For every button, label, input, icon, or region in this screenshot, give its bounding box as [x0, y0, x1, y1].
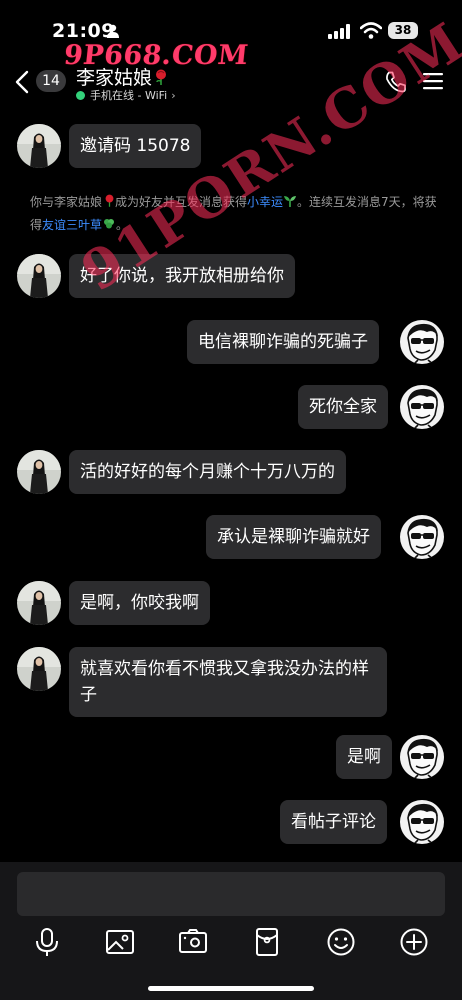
emoji-icon[interactable] — [325, 926, 357, 958]
online-status-text: 手机在线 - WiFi — [90, 89, 168, 102]
unread-count-badge[interactable]: 14 — [36, 70, 66, 92]
chevron-right-icon: › — [171, 89, 176, 102]
contact-name-text: 李家姑娘 — [76, 67, 153, 89]
image-icon[interactable] — [104, 926, 136, 958]
wifi-icon — [360, 22, 382, 39]
message-bubble[interactable]: 电信裸聊诈骗的死骗子 — [187, 320, 379, 364]
contact-avatar[interactable] — [17, 647, 61, 691]
message-bubble[interactable]: 承认是裸聊诈骗就好 — [206, 515, 381, 559]
red-packet-icon[interactable] — [251, 926, 283, 958]
my-avatar[interactable] — [400, 515, 444, 559]
input-area — [0, 862, 462, 1000]
microphone-icon[interactable] — [31, 926, 63, 958]
online-dot-icon — [76, 91, 85, 100]
system-notice: 你与李家姑娘 成为好友并互发消息获得小幸运 。连续互发消息7天，将获得友谊三叶草… — [30, 191, 438, 237]
contact-title[interactable]: 李家姑娘 — [76, 63, 168, 90]
menu-icon[interactable] — [423, 72, 443, 90]
back-chevron-icon[interactable] — [14, 70, 30, 94]
rose-icon — [156, 69, 167, 85]
my-avatar[interactable] — [400, 385, 444, 429]
contact-avatar[interactable] — [17, 450, 61, 494]
message-bubble[interactable]: 好了你说，我开放相册给你 — [69, 254, 295, 298]
clover-icon — [104, 219, 115, 229]
plus-icon[interactable] — [398, 926, 430, 958]
phone-icon[interactable] — [384, 70, 408, 94]
system-notice-text-4: 。 — [116, 218, 129, 232]
message-bubble[interactable]: 活的好好的每个月赚个十万八万的 — [69, 450, 346, 494]
my-avatar[interactable] — [400, 800, 444, 844]
system-notice-text-1: 你与李家姑娘 — [30, 195, 103, 209]
message-input[interactable] — [17, 872, 445, 916]
contact-avatar[interactable] — [17, 254, 61, 298]
clover-link[interactable]: 友谊三叶草 — [42, 218, 102, 232]
person-icon — [107, 24, 119, 38]
system-notice-text-2: 成为好友并互发消息获得 — [115, 195, 248, 209]
signal-icon — [328, 24, 350, 39]
home-indicator — [148, 986, 314, 991]
message-bubble[interactable]: 看帖子评论 — [280, 800, 387, 844]
message-bubble[interactable]: 是啊 — [336, 735, 392, 779]
online-status[interactable]: 手机在线 - WiFi › — [76, 87, 176, 103]
contact-avatar[interactable] — [17, 124, 61, 168]
message-bubble[interactable]: 是啊，你咬我啊 — [69, 581, 210, 625]
message-bubble[interactable]: 邀请码 15078 — [69, 124, 202, 168]
my-avatar[interactable] — [400, 735, 444, 779]
battery-indicator: 38 — [388, 22, 418, 39]
sprout-icon — [284, 196, 297, 207]
message-bubble[interactable]: 就喜欢看你看不惯我又拿我没办法的样子 — [69, 647, 387, 717]
chat-header: 14 李家姑娘 手机在线 - WiFi › — [0, 58, 462, 106]
rose-icon — [105, 194, 114, 207]
contact-avatar[interactable] — [17, 581, 61, 625]
message-bubble[interactable]: 死你全家 — [298, 385, 388, 429]
lucky-link[interactable]: 小幸运 — [247, 195, 283, 209]
camera-icon[interactable] — [177, 926, 209, 958]
my-avatar[interactable] — [400, 320, 444, 364]
